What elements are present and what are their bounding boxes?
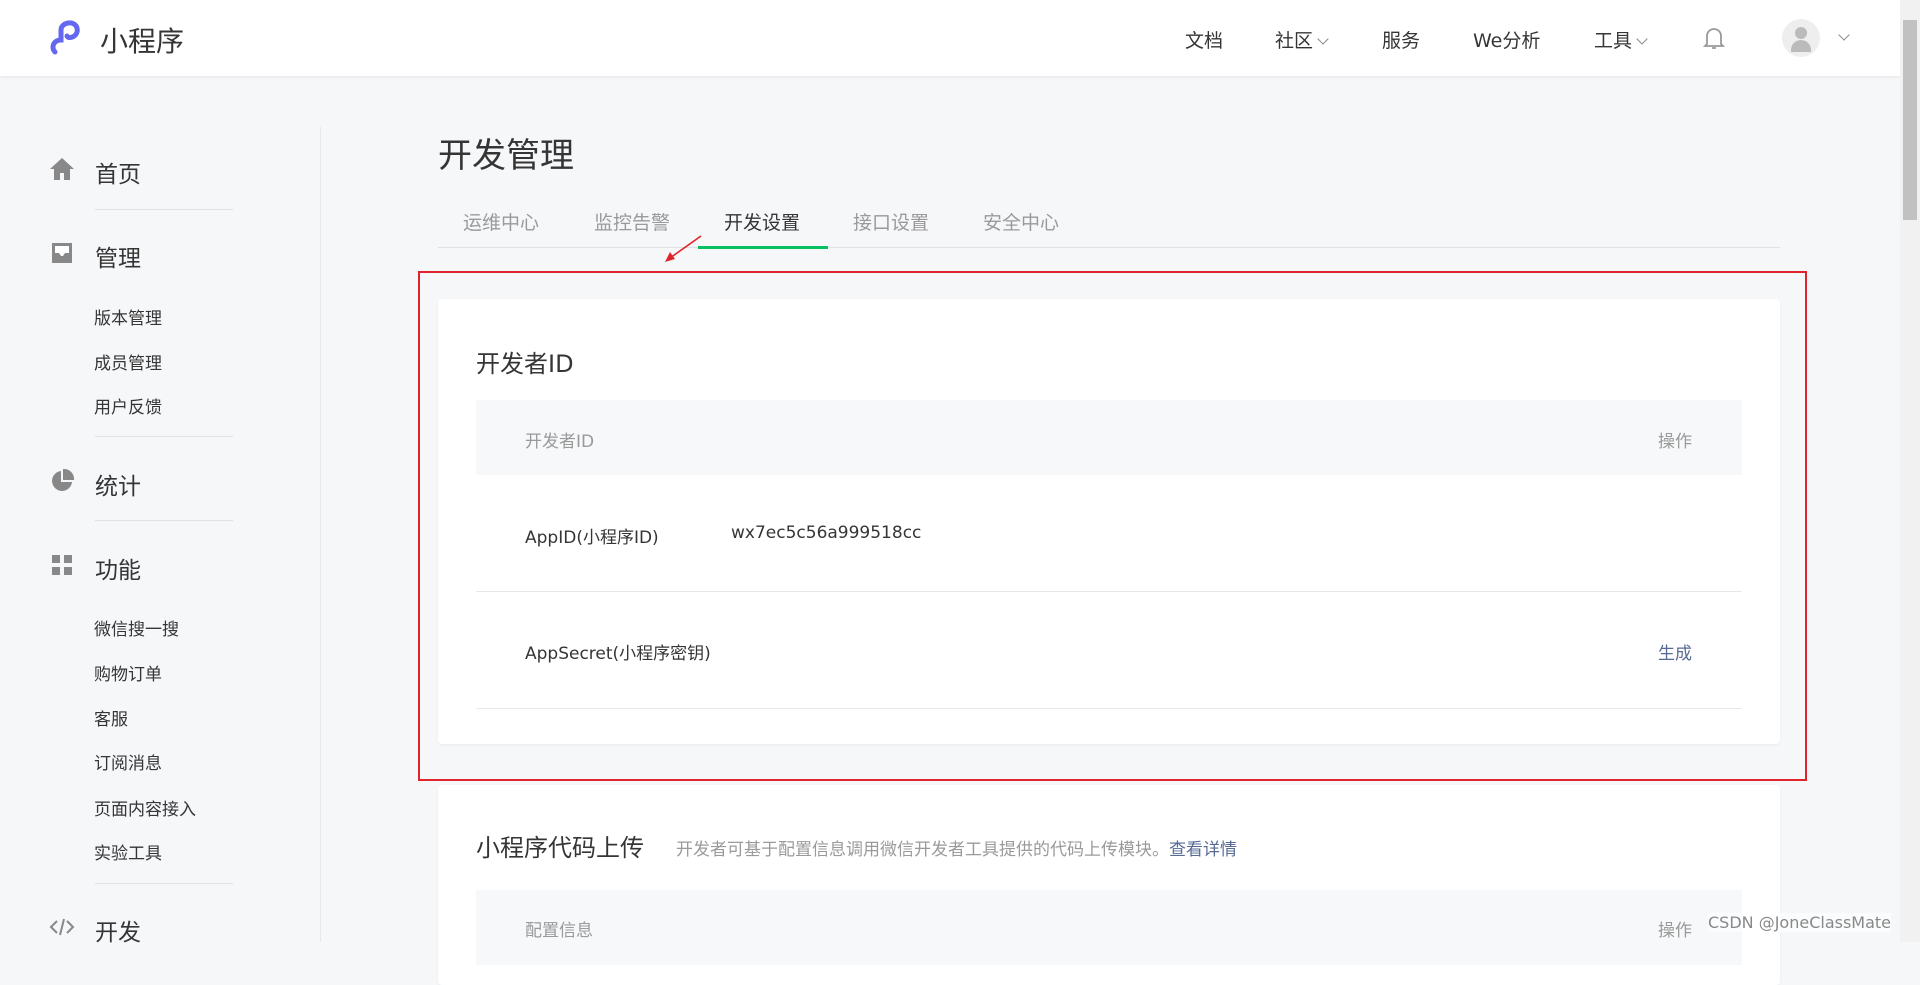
miniprogram-logo-icon: [50, 20, 80, 55]
sidebar-item-members[interactable]: 成员管理: [94, 349, 162, 374]
highlight-box: [418, 271, 1807, 781]
chevron-down-icon: [1636, 33, 1648, 45]
code-icon: [49, 918, 75, 936]
sidebar-item-feedback[interactable]: 用户反馈: [94, 393, 162, 418]
column-header-config: 配置信息: [525, 921, 593, 941]
top-header: 小程序 文档 社区 服务 We分析 工具: [0, 0, 1900, 76]
divider: [95, 883, 233, 884]
grid-icon: [52, 555, 72, 575]
view-details-link[interactable]: 查看详情: [1169, 840, 1237, 860]
home-icon: [50, 158, 74, 180]
csdn-watermark: CSDN @JoneClassMate: [1708, 913, 1892, 932]
avatar[interactable]: [1782, 19, 1820, 57]
divider: [95, 436, 233, 437]
sidebar-item-home[interactable]: 首页: [95, 155, 141, 189]
sidebar-item-customer-service[interactable]: 客服: [94, 705, 128, 730]
sidebar-divider: [320, 127, 321, 942]
nav-tools-label: 工具: [1594, 30, 1633, 52]
scrollbar-thumb[interactable]: [1903, 20, 1917, 220]
page-title: 开发管理: [438, 136, 574, 176]
sidebar-item-orders[interactable]: 购物订单: [94, 660, 162, 685]
red-arrow-annotation: [665, 235, 702, 262]
inbox-icon: [52, 243, 72, 263]
tab-security[interactable]: 安全中心: [983, 208, 1059, 235]
pie-chart-icon: [52, 468, 75, 491]
sidebar-item-version[interactable]: 版本管理: [94, 304, 162, 329]
code-upload-desc-text: 开发者可基于配置信息调用微信开发者工具提供的代码上传模块。: [676, 840, 1169, 860]
sidebar-item-wechat-search[interactable]: 微信搜一搜: [94, 615, 179, 640]
table-header: 配置信息 操作: [476, 890, 1742, 965]
nav-tools[interactable]: 工具: [1594, 26, 1648, 53]
chevron-down-icon: [1317, 33, 1329, 45]
tab-dev-settings[interactable]: 开发设置: [724, 208, 800, 235]
divider: [95, 209, 233, 210]
logo-text: 小程序: [100, 25, 185, 58]
nav-community[interactable]: 社区: [1275, 26, 1329, 53]
tab-api-settings[interactable]: 接口设置: [853, 208, 929, 235]
active-tab-indicator: [698, 246, 828, 249]
tabs-underline: [438, 247, 1780, 248]
nav-community-label: 社区: [1275, 30, 1314, 52]
code-upload-card: 小程序代码上传 开发者可基于配置信息调用微信开发者工具提供的代码上传模块。查看详…: [438, 785, 1780, 985]
code-upload-desc: 开发者可基于配置信息调用微信开发者工具提供的代码上传模块。查看详情: [676, 835, 1237, 860]
sidebar-item-page-content[interactable]: 页面内容接入: [94, 795, 196, 820]
nav-services[interactable]: 服务: [1382, 26, 1420, 53]
sidebar-item-manage[interactable]: 管理: [95, 239, 141, 273]
tab-monitoring[interactable]: 监控告警: [594, 208, 670, 235]
sidebar-item-stats[interactable]: 统计: [95, 467, 141, 501]
bell-icon[interactable]: [1703, 25, 1725, 51]
tab-operations[interactable]: 运维中心: [463, 208, 539, 235]
sidebar-item-features[interactable]: 功能: [95, 551, 141, 585]
divider: [95, 520, 233, 521]
account-chevron-down-icon[interactable]: [1838, 29, 1850, 41]
nav-we-analysis[interactable]: We分析: [1473, 26, 1540, 53]
column-header-action: 操作: [1658, 921, 1692, 941]
code-upload-heading: 小程序代码上传: [476, 834, 644, 862]
sidebar-item-lab-tools[interactable]: 实验工具: [94, 839, 162, 864]
nav-docs[interactable]: 文档: [1185, 26, 1223, 53]
sidebar-item-subscriptions[interactable]: 订阅消息: [94, 749, 162, 774]
